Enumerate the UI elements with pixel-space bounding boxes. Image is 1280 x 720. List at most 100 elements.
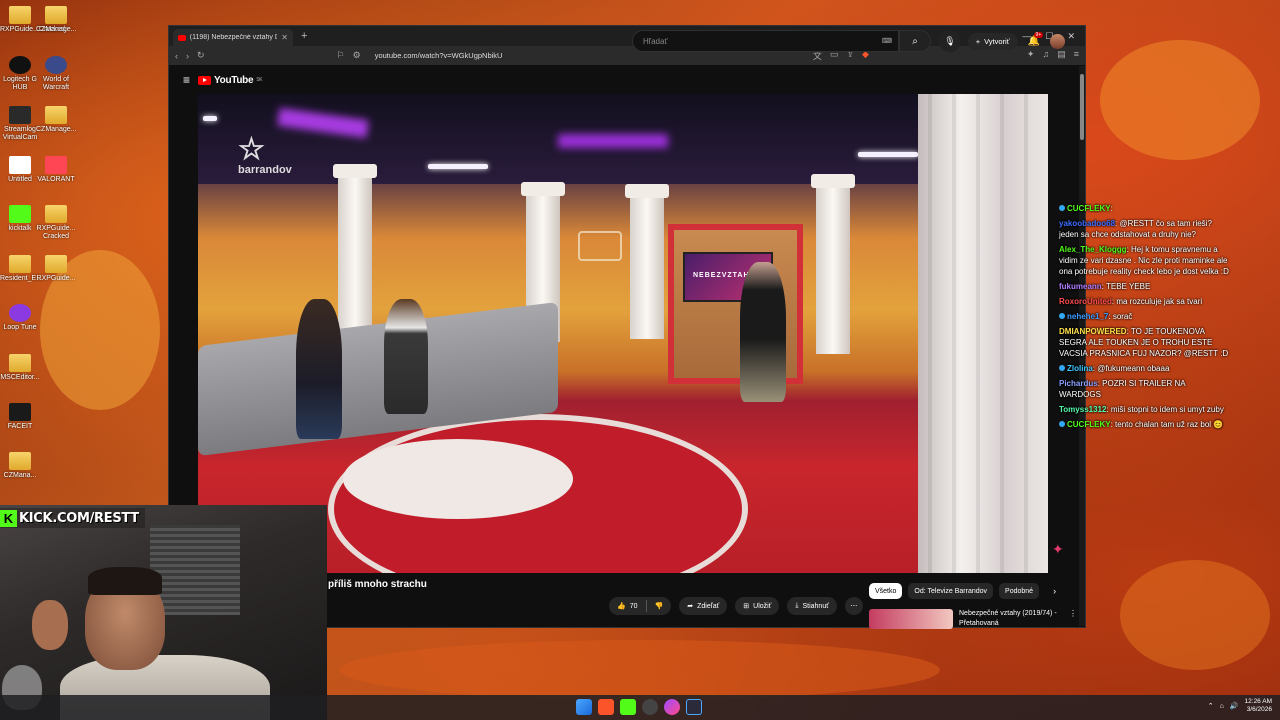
youtube-logo[interactable]: YouTube SK xyxy=(198,74,263,86)
chip-all[interactable]: Všetko xyxy=(869,583,903,599)
brave-browser-icon[interactable] xyxy=(598,699,614,715)
like-dislike-button[interactable]: 👍 70 👎 xyxy=(609,597,672,615)
chat-username[interactable]: Tomyss1312 xyxy=(1059,405,1106,414)
kick-logo-icon: ✦ xyxy=(1052,541,1064,557)
create-button[interactable]: + Vytvoriť xyxy=(967,33,1018,50)
hamburger-menu-icon[interactable]: ≡ xyxy=(183,73,190,87)
chat-username[interactable]: nehehe1_7 xyxy=(1067,312,1108,321)
chat-username[interactable]: CUCFLEKY xyxy=(1067,204,1111,213)
scrollbar-thumb[interactable] xyxy=(1080,74,1084,140)
desktop-icon[interactable]: Untitled xyxy=(0,156,40,184)
chat-message: CUCFLEKY: xyxy=(1059,203,1229,214)
recommended-video[interactable]: Nebezpečné vztahy (2019/74) - Přetahovan… xyxy=(869,609,1077,629)
extensions-icon[interactable]: ✦ xyxy=(1027,49,1035,62)
kick-url: KICK.COM/RESTT xyxy=(19,510,139,526)
desktop-icon[interactable]: World of Warcraft xyxy=(36,56,76,92)
chat-username[interactable]: yakoobadoo68 xyxy=(1059,219,1115,228)
wallet-icon[interactable]: ▤ xyxy=(1057,49,1066,62)
taskbar: ⌃ ⌂ 🔊 12:26 AM 3/6/2026 xyxy=(0,695,1280,720)
url-field[interactable]: youtube.com/watch?v=WGkUgpNbikU xyxy=(375,51,503,60)
terminal-icon[interactable] xyxy=(686,699,702,715)
media-icon[interactable]: ♫ xyxy=(1042,49,1049,62)
thumbs-up-icon[interactable]: 👍 xyxy=(617,602,626,610)
search-button[interactable]: ⌕ xyxy=(899,30,931,52)
country-code: SK xyxy=(256,77,263,83)
search-input[interactable]: Hľadať ⌨ xyxy=(632,30,899,52)
menu-icon[interactable]: ≡ xyxy=(1074,49,1079,62)
notifications-button[interactable]: 🔔 9+ xyxy=(1028,32,1044,47)
desktop-icon[interactable]: Streamlog VirtualCam xyxy=(0,106,40,142)
webcam-feed xyxy=(0,505,327,720)
chat-username[interactable]: DMIANPOWERED xyxy=(1059,327,1127,336)
chat-username[interactable]: Zlolina xyxy=(1067,364,1093,373)
desktop-icon[interactable]: Loop Tune xyxy=(0,304,40,332)
create-label: Vytvoriť xyxy=(984,37,1010,46)
chat-badge-icon xyxy=(1059,421,1065,427)
volume-icon[interactable]: 🔊 xyxy=(1230,702,1239,710)
chat-text: miši stopni to idem si umyt zuby xyxy=(1110,405,1224,414)
kick-app-icon[interactable] xyxy=(620,699,636,715)
chat-message: Pichardus: POZRI SI TRAILER NA WARDOGS xyxy=(1059,379,1186,399)
stream-chat: CUCFLEKY: yakoobadoo68: @RESTT čo sa tam… xyxy=(1059,203,1229,434)
desktop-icon[interactable]: CZManage... xyxy=(36,6,76,34)
guest-woman xyxy=(296,299,342,439)
chat-username[interactable]: RoxoroUnited xyxy=(1059,297,1112,306)
chat-username[interactable]: CUCFLEKY xyxy=(1067,420,1111,429)
speech-bubble-decor xyxy=(578,231,622,261)
recommended-title[interactable]: Nebezpečné vztahy (2019/74) - Přetahovan… xyxy=(959,609,1059,629)
forward-icon[interactable]: › xyxy=(186,51,189,61)
youtube-logo-text: YouTube xyxy=(214,74,254,86)
desktop-icon[interactable]: RXPGuide... xyxy=(36,255,76,283)
bookmark-icon[interactable]: ⚐ xyxy=(337,50,345,61)
desktop-icon[interactable]: CZManage... xyxy=(36,106,76,134)
time-text: 12:26 AM xyxy=(1244,698,1272,705)
chat-message: Alex_The_Kloggg: Hej k tomu spravnemu a … xyxy=(1059,245,1229,276)
download-button[interactable]: ⤓ Stiahnuť xyxy=(787,597,837,615)
chat-badge-icon xyxy=(1059,205,1065,211)
thumbs-down-icon[interactable]: 👎 xyxy=(655,602,664,610)
desktop-icon[interactable]: Logitech G HUB xyxy=(0,56,40,92)
reload-icon[interactable]: ↻ xyxy=(197,50,205,61)
chip-channel[interactable]: Od: Televize Barrandov xyxy=(908,583,994,599)
stage-light xyxy=(428,164,488,169)
download-icon: ⤓ xyxy=(795,602,799,609)
site-info-icon[interactable]: ⚙ xyxy=(353,50,361,61)
desktop-icon[interactable]: FACEIT xyxy=(0,403,40,431)
browser-tab[interactable]: (1198) Nebezpečné vztahy D ✕ xyxy=(173,29,293,46)
keyboard-icon[interactable]: ⌨ xyxy=(882,37,892,45)
network-icon[interactable]: ⌂ xyxy=(1220,703,1224,710)
messenger-icon[interactable] xyxy=(664,699,680,715)
youtube-favicon-icon xyxy=(178,34,186,41)
tray-chevron-icon[interactable]: ⌃ xyxy=(1208,702,1214,710)
obs-icon[interactable] xyxy=(642,699,658,715)
windows-start-icon[interactable] xyxy=(576,699,592,715)
avatar[interactable] xyxy=(1050,34,1065,49)
more-actions-button[interactable]: ⋯ xyxy=(844,597,863,615)
chat-message: CUCFLEKY: tento chalan tam už raz bol 😊 xyxy=(1059,419,1229,430)
desktop-icon[interactable]: CZMana... xyxy=(0,452,40,480)
chip-related[interactable]: Podobné xyxy=(999,583,1040,599)
back-icon[interactable]: ‹ xyxy=(175,51,178,61)
desktop-icon[interactable]: RXPGuide... Cracked xyxy=(36,205,76,241)
chat-username[interactable]: Pichardus xyxy=(1059,379,1098,388)
chat-username[interactable]: fukumeann xyxy=(1059,282,1102,291)
chevron-right-icon[interactable]: › xyxy=(1053,586,1056,596)
voice-search-button[interactable]: 🎙 xyxy=(939,30,961,52)
close-window-icon[interactable]: ✕ xyxy=(1067,31,1075,42)
desktop-icon[interactable]: Resident_E... xyxy=(0,255,42,283)
new-tab-icon[interactable]: + xyxy=(301,30,307,42)
chat-text: ma rozculuje jak sa tvari xyxy=(1116,297,1203,306)
desktop-icon[interactable]: VALORANT xyxy=(36,156,76,184)
save-button[interactable]: ⊞ Uložiť xyxy=(735,597,780,615)
video-thumbnail[interactable] xyxy=(869,609,953,629)
channel-watermark: ☆ barrandov xyxy=(238,133,292,177)
video-player[interactable]: NEBEZVZTAHY ☆ barrandov xyxy=(198,94,1048,573)
desktop-icon[interactable]: kicktalk xyxy=(0,205,40,233)
chat-username[interactable]: Alex_The_Kloggg xyxy=(1059,245,1127,254)
more-options-icon[interactable]: ⋮ xyxy=(1069,609,1077,629)
close-tab-icon[interactable]: ✕ xyxy=(281,33,288,42)
clock[interactable]: 12:26 AM 3/6/2026 xyxy=(1245,698,1272,714)
desktop-icon[interactable]: RXPGuide...Cracked xyxy=(0,6,65,34)
share-button[interactable]: ➦ Zdieľať xyxy=(679,597,728,615)
desktop-icon[interactable]: MSCEditor... xyxy=(0,354,40,382)
